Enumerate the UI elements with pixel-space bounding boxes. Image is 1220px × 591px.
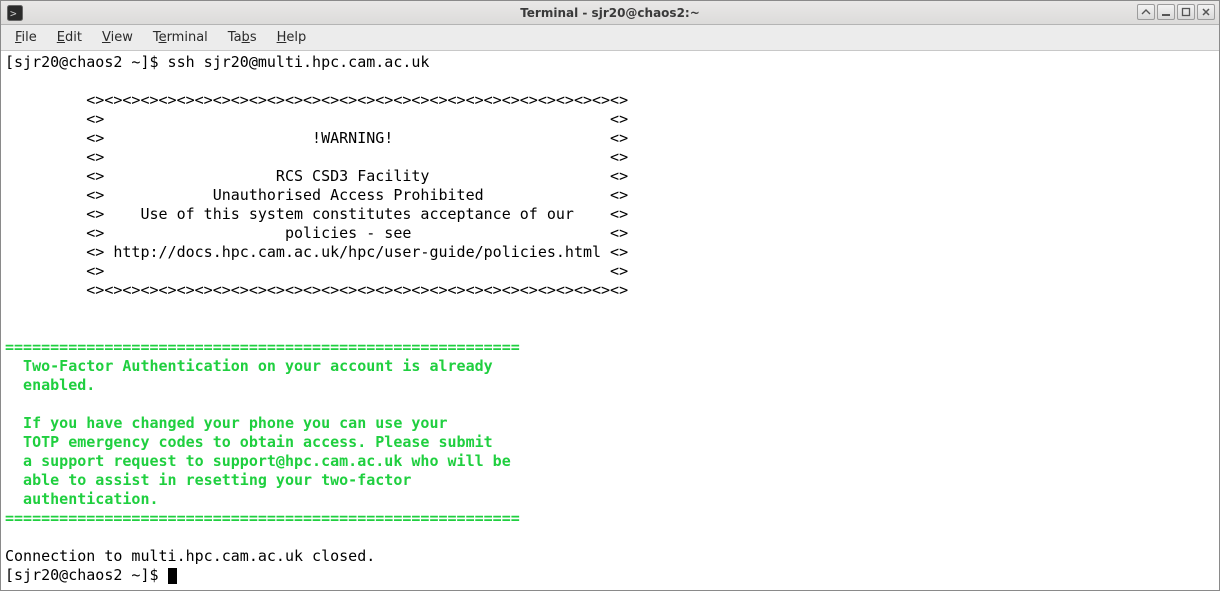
terminal-app-icon: > [7, 5, 23, 21]
terminal-line: <> policies - see <> [5, 224, 628, 242]
terminal-line: TOTP emergency codes to obtain access. P… [5, 433, 493, 451]
minimize-button[interactable] [1157, 4, 1175, 20]
terminal-line: ========================================… [5, 338, 520, 356]
menu-view[interactable]: View [92, 26, 143, 49]
terminal-line: <><><><><><><><><><><><><><><><><><><><>… [5, 91, 628, 109]
close-button[interactable] [1197, 4, 1215, 20]
menu-edit[interactable]: Edit [47, 26, 92, 49]
menubar: File Edit View Terminal Tabs Help [1, 25, 1219, 51]
terminal-viewport[interactable]: [sjr20@chaos2 ~]$ ssh sjr20@multi.hpc.ca… [1, 51, 1219, 590]
window-title: Terminal - sjr20@chaos2:~ [1, 6, 1219, 20]
menu-file[interactable]: File [5, 26, 47, 49]
terminal-line: authentication. [5, 490, 159, 508]
titlebar[interactable]: > Terminal - sjr20@chaos2:~ [1, 1, 1219, 25]
menu-tabs[interactable]: Tabs [218, 26, 267, 49]
terminal-line: able to assist in resetting your two-fac… [5, 471, 411, 489]
terminal-line: <> RCS CSD3 Facility <> [5, 167, 628, 185]
maximize-button[interactable] [1177, 4, 1195, 20]
terminal-line: enabled. [5, 376, 95, 394]
terminal-line: <> Use of this system constitutes accept… [5, 205, 628, 223]
terminal-line: <> <> [5, 110, 628, 128]
terminal-line: <> <> [5, 262, 628, 280]
terminal-line: <> !WARNING! <> [5, 129, 628, 147]
svg-text:>: > [10, 7, 17, 20]
terminal-line: <> Unauthorised Access Prohibited <> [5, 186, 628, 204]
terminal-window: > Terminal - sjr20@chaos2:~ File Edit Vi… [0, 0, 1220, 591]
cursor-block [168, 568, 177, 584]
terminal-line: Connection to multi.hpc.cam.ac.uk closed… [5, 547, 375, 565]
menu-help[interactable]: Help [267, 26, 317, 49]
terminal-line: If you have changed your phone you can u… [5, 414, 448, 432]
shade-button[interactable] [1137, 4, 1155, 20]
terminal-prompt: [sjr20@chaos2 ~]$ [5, 566, 168, 584]
terminal-line: [sjr20@chaos2 ~]$ ssh sjr20@multi.hpc.ca… [5, 53, 429, 71]
window-controls [1137, 4, 1215, 20]
terminal-line: <> http://docs.hpc.cam.ac.uk/hpc/user-gu… [5, 243, 628, 261]
terminal-line: a support request to support@hpc.cam.ac.… [5, 452, 511, 470]
menu-terminal[interactable]: Terminal [143, 26, 218, 49]
terminal-line: <> <> [5, 148, 628, 166]
terminal-line: <><><><><><><><><><><><><><><><><><><><>… [5, 281, 628, 299]
terminal-line: Two-Factor Authentication on your accoun… [5, 357, 493, 375]
terminal-line: ========================================… [5, 509, 520, 527]
